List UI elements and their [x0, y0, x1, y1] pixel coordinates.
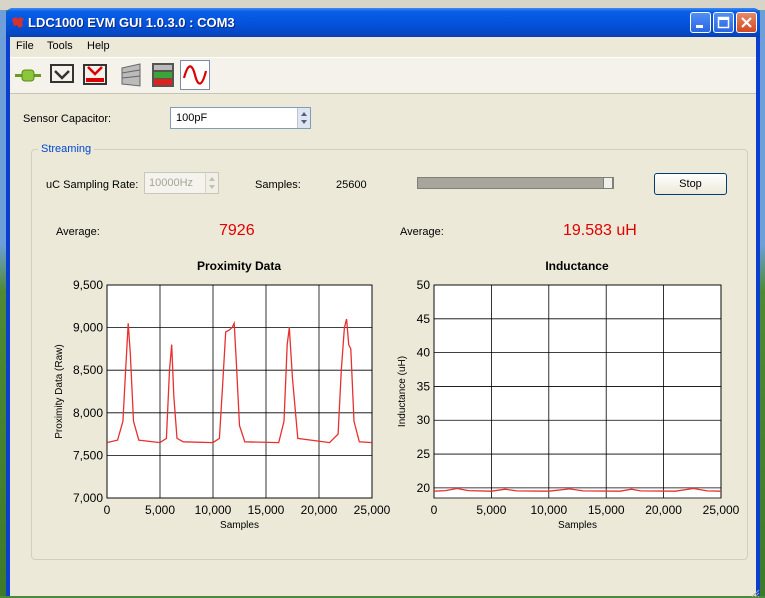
resize-grip-icon[interactable]: [750, 588, 760, 598]
proximity-y-tick-label: 9,000: [73, 321, 103, 335]
inductance-y-tick-label: 35: [417, 379, 431, 393]
inductance-y-tick-label: 40: [417, 346, 431, 360]
inductance-x-tick-label: 20,000: [645, 503, 682, 517]
inductance-y-tick-label: 50: [417, 278, 431, 292]
desktop-background-right: [760, 10, 765, 596]
proximity-y-tick-label: 7,500: [73, 448, 103, 462]
title-bar[interactable]: LDC1000 EVM GUI 1.0.3.0 : COM3: [6, 8, 760, 37]
inductance-x-tick-label: 10,000: [530, 503, 567, 517]
minimize-icon: [696, 25, 703, 28]
proximity-y-tick-label: 8,000: [73, 406, 103, 420]
client-area: File Tools Help Sensor Capacitor: 100pF …: [10, 37, 760, 598]
proximity-plot-area: [106, 284, 373, 499]
proximity-x-tick-label: 15,000: [248, 503, 285, 517]
maximize-button[interactable]: [713, 12, 734, 33]
inductance-x-tick-label: 25,000: [703, 503, 740, 517]
proximity-x-tick-label: 10,000: [195, 503, 232, 517]
app-window: LDC1000 EVM GUI 1.0.3.0 : COM3 File Tool…: [6, 8, 760, 598]
inductance-chart-title: Inductance: [545, 259, 609, 273]
ti-logo-icon: [12, 17, 24, 28]
inductance-plot-area: [433, 284, 722, 499]
close-button[interactable]: [736, 12, 757, 33]
proximity-chart-title: Proximity Data: [197, 259, 281, 273]
close-icon: [741, 17, 752, 28]
proximity-y-tick-label: 9,500: [73, 278, 103, 292]
proximity-x-tick-label: 20,000: [301, 503, 338, 517]
proximity-chart: Proximity Data 0 5,000 10,000 15,000 20,000 25…: [54, 259, 391, 531]
minimize-button[interactable]: [690, 12, 711, 33]
maximize-icon: [717, 16, 730, 29]
inductance-x-tick-label: 5,000: [476, 503, 506, 517]
inductance-chart: Inductance 0 5,000 10,000 15,000 20,000 25,000…: [397, 259, 740, 531]
inductance-y-axis-label: Inductance (uH): [397, 356, 408, 427]
inductance-y-tick-label: 25: [417, 447, 431, 461]
inductance-x-axis-label: Samples: [558, 520, 597, 531]
charts-canvas: Proximity Data 0 5,000 10,000 15,000 20,000 25…: [54, 259, 740, 531]
proximity-y-axis-label: Proximity Data (Raw): [54, 344, 65, 438]
inductance-y-tick-label: 30: [417, 413, 431, 427]
window-title: LDC1000 EVM GUI 1.0.3.0 : COM3: [28, 15, 235, 30]
proximity-x-tick-label: 0: [104, 503, 111, 517]
proximity-x-tick-label: 5,000: [145, 503, 175, 517]
inductance-x-tick-label: 15,000: [588, 503, 625, 517]
inductance-y-tick-label: 45: [417, 312, 431, 326]
proximity-x-axis-label: Samples: [220, 520, 259, 531]
proximity-y-tick-label: 8,500: [73, 363, 103, 377]
inductance-y-tick-label: 20: [417, 481, 431, 495]
proximity-x-tick-label: 25,000: [354, 503, 391, 517]
inductance-x-tick-label: 0: [431, 503, 438, 517]
proximity-y-tick-label: 7,000: [73, 491, 103, 505]
